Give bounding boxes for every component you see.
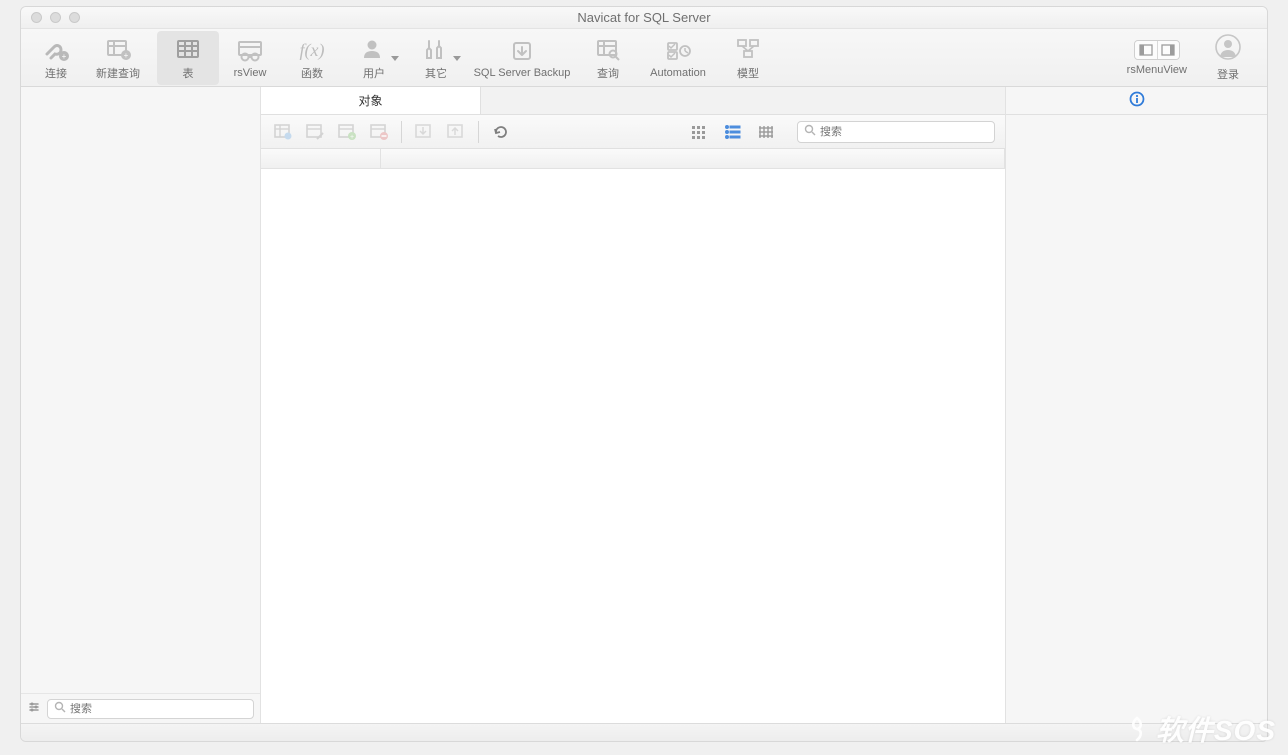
view-grid-button[interactable] [687,120,711,144]
sidebar-settings-icon[interactable] [27,700,41,717]
connection-tree[interactable] [21,87,260,693]
info-icon[interactable] [1129,91,1145,110]
sidebar-search-input[interactable] [70,703,247,715]
main-body: 对象 + [21,87,1267,723]
info-panel [1005,87,1267,723]
object-search[interactable] [797,121,995,143]
automation-icon [663,37,693,65]
toggle-right-panel[interactable] [1157,41,1179,59]
view-mode-toggle [687,120,779,144]
object-list-area[interactable] [261,169,1005,723]
window-title: Navicat for SQL Server [21,10,1267,25]
wrench-icon [421,35,451,63]
column-header-2[interactable] [381,149,1005,168]
sql-server-backup-button[interactable]: SQL Server Backup [467,31,577,85]
app-window: Navicat for SQL Server + 连接 [20,6,1268,742]
rsview-button[interactable]: rsView [219,31,281,85]
svg-text:+: + [124,51,129,60]
tab-objects[interactable]: 对象 [261,87,481,114]
chevron-down-icon [391,51,399,65]
object-search-input[interactable] [820,126,988,138]
object-list-header [261,149,1005,169]
object-toolbar: + [261,115,1005,149]
main-toolbar: + 连接 + 新建查询 [21,29,1267,87]
query-button[interactable]: 查询 [577,31,639,85]
watermark: 软件SOS [1124,709,1276,749]
status-bar [21,723,1267,741]
view-detail-button[interactable] [755,120,779,144]
column-header-1[interactable] [261,149,381,168]
panel-toggle [1134,40,1180,60]
automation-button[interactable]: Automation [639,31,717,85]
window-controls [31,12,80,23]
new-query-icon: + [103,35,133,63]
info-panel-body [1006,115,1267,723]
model-icon [733,35,763,63]
connection-button[interactable]: + 连接 [25,31,87,85]
refresh-button[interactable] [489,120,513,144]
svg-text:+: + [62,52,67,61]
table-button[interactable]: 表 [157,31,219,85]
search-icon [804,124,816,139]
titlebar: Navicat for SQL Server [21,7,1267,29]
user-icon [359,35,389,63]
user-button[interactable]: 用户 [343,31,405,85]
query-icon [593,35,623,63]
close-traffic-light[interactable] [31,12,42,23]
other-button[interactable]: 其它 [405,31,467,85]
import-wizard-button[interactable] [412,120,436,144]
zoom-traffic-light[interactable] [69,12,80,23]
rs-menu-view: rsMenuView [1127,31,1187,85]
chevron-down-icon [453,51,461,65]
design-table-button[interactable] [303,120,327,144]
backup-icon [508,37,536,65]
search-icon [54,701,66,716]
toggle-left-panel[interactable] [1135,41,1157,59]
export-wizard-button[interactable] [444,120,468,144]
open-table-button[interactable] [271,120,295,144]
center-panel: 对象 + [261,87,1005,723]
table-icon [173,35,203,63]
sidebar-search[interactable] [47,699,254,719]
plug-icon: + [41,35,71,63]
view-list-button[interactable] [721,120,745,144]
svg-text:+: + [350,134,354,141]
function-icon: f(x) [297,35,327,63]
view-icon [235,37,265,65]
function-button[interactable]: f(x) 函数 [281,31,343,85]
sidebar [21,87,261,723]
minimize-traffic-light[interactable] [50,12,61,23]
new-query-button[interactable]: + 新建查询 [87,31,149,85]
model-button[interactable]: 模型 [717,31,779,85]
new-table-button[interactable]: + [335,120,359,144]
svg-text:f(x): f(x) [300,40,325,61]
login-button[interactable]: 登录 [1201,31,1255,85]
tabstrip: 对象 [261,87,1005,115]
delete-table-button[interactable] [367,120,391,144]
avatar-icon [1214,33,1242,64]
info-panel-header [1006,87,1267,115]
